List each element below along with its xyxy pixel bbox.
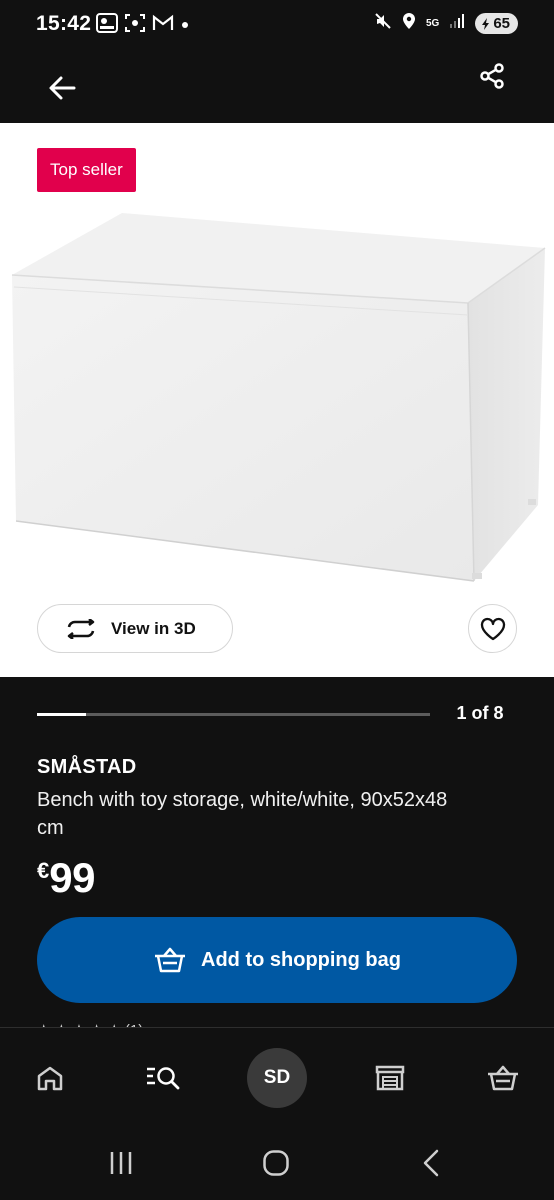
store-icon [375, 1065, 405, 1091]
product-price: € 99 [37, 852, 95, 904]
battery-level: 65 [493, 15, 510, 32]
imo-notification-icon [96, 13, 118, 38]
nav-shopping-bag[interactable] [473, 1048, 533, 1108]
nav-account[interactable]: SD [247, 1048, 307, 1108]
add-to-shopping-bag-label: Add to shopping bag [201, 948, 401, 971]
share-button[interactable] [472, 56, 512, 96]
shopping-basket-icon [155, 947, 186, 973]
top-seller-badge: Top seller [37, 148, 136, 192]
system-navigation-bar [0, 1127, 554, 1200]
screenshot-notification-icon [124, 13, 146, 38]
view-in-3d-label: View in 3D [111, 618, 196, 638]
search-list-icon [147, 1067, 180, 1090]
status-system-icons: 5G 65 [374, 12, 518, 35]
battery-icon: 65 [475, 13, 518, 34]
rotate-arrows-icon [67, 618, 95, 639]
status-bar: 15:42 5G 65 [0, 0, 554, 48]
product-image-gallery[interactable]: Top seller View in 3D [0, 123, 554, 677]
gallery-progress-fill [37, 713, 87, 716]
gmail-icon [152, 14, 174, 37]
arrow-left-icon [49, 76, 76, 100]
bottom-navigation: SD [0, 1027, 554, 1127]
account-avatar: SD [247, 1048, 307, 1108]
favourite-button[interactable] [468, 604, 517, 653]
circle-home-icon [263, 1150, 289, 1176]
network-5g-icon: 5G [425, 18, 440, 29]
product-name: SMÅSTAD [37, 756, 137, 778]
home-system-button[interactable] [256, 1145, 296, 1181]
view-in-3d-button[interactable]: View in 3D [37, 604, 233, 653]
back-system-button[interactable] [411, 1145, 451, 1181]
dot-icon [180, 17, 190, 35]
status-notification-icons [96, 13, 190, 38]
status-time: 15:42 [36, 12, 92, 35]
location-icon [402, 12, 416, 35]
nav-home[interactable] [20, 1048, 80, 1108]
signal-icon [449, 13, 465, 34]
shopping-basket-icon [488, 1065, 518, 1091]
share-icon [480, 63, 504, 89]
product-image [11, 213, 546, 582]
gallery-progress-bar [37, 713, 430, 716]
price-value: 99 [49, 854, 95, 901]
recent-apps-icon [110, 1152, 132, 1174]
chevron-left-icon [423, 1149, 439, 1177]
price-currency: € [37, 858, 50, 883]
add-to-shopping-bag-button[interactable]: Add to shopping bag [37, 917, 517, 1003]
nav-stores[interactable] [360, 1048, 420, 1108]
mute-icon [374, 12, 392, 35]
heart-icon [480, 617, 505, 640]
product-description: Bench with toy storage, white/white, 90x… [37, 789, 448, 839]
back-button[interactable] [40, 68, 84, 108]
recent-apps-button[interactable] [101, 1145, 141, 1181]
nav-search[interactable] [133, 1048, 193, 1108]
app-header [0, 48, 554, 123]
gallery-page-indicator: 1 of 8 [456, 703, 504, 723]
home-icon [37, 1066, 63, 1091]
